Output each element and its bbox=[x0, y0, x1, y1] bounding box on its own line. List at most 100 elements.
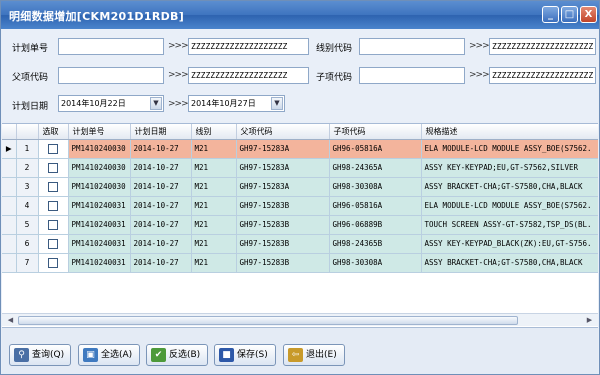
column-header-plan-date[interactable]: 计划日期 bbox=[130, 124, 192, 140]
plan-no-from-input[interactable] bbox=[58, 38, 164, 55]
column-header-child-code[interactable]: 子项代码 bbox=[329, 124, 422, 140]
range-arrow: >>> bbox=[168, 99, 189, 109]
child-code-from-input[interactable] bbox=[359, 67, 465, 84]
plan-date-label: 计划日期 bbox=[12, 102, 49, 112]
row-number: 6 bbox=[16, 234, 39, 254]
cell-spec: ASSY KEY-KEYPAD_BLACK(ZK):EU,GT-S756. bbox=[421, 234, 598, 254]
select-checkbox[interactable] bbox=[38, 234, 69, 254]
checkbox[interactable] bbox=[48, 162, 58, 173]
search-icon: ⚲ bbox=[14, 348, 29, 362]
checkbox[interactable] bbox=[48, 238, 58, 249]
chevron-down-icon[interactable]: ▼ bbox=[271, 97, 283, 110]
chevron-down-icon[interactable]: ▼ bbox=[150, 97, 162, 110]
detail-grid: 选取 计划单号 计划日期 线别 父项代码 子项代码 规格描述 ▶ 1 PM14102… bbox=[2, 123, 598, 327]
checkbox[interactable] bbox=[48, 143, 58, 154]
floppy-disk-icon: ■ bbox=[219, 348, 234, 362]
cell-child-code: GH96-05816A bbox=[329, 196, 422, 216]
plan-no-to-input[interactable]: ZZZZZZZZZZZZZZZZZZZZ bbox=[188, 38, 309, 55]
column-header-plan-no[interactable]: 计划单号 bbox=[68, 124, 131, 140]
cell-plan-date: 2014-10-27 bbox=[130, 234, 192, 254]
title-bar[interactable]: 明细数据增加[CKM201D1RDB] _ □ X bbox=[1, 1, 599, 29]
cell-plan-no: PM1410240030 bbox=[68, 158, 131, 178]
minimize-button[interactable]: _ bbox=[542, 6, 559, 23]
column-header-line[interactable]: 线别 bbox=[191, 124, 237, 140]
query-button-label: 查询(Q) bbox=[32, 350, 65, 360]
parent-code-from-input[interactable] bbox=[58, 67, 164, 84]
cell-line: M21 bbox=[191, 215, 237, 235]
table-row[interactable]: 2 PM1410240030 2014-10-27 M21 GH97-15283A GH9… bbox=[2, 158, 598, 178]
close-button[interactable]: X bbox=[580, 6, 597, 23]
row-number: 7 bbox=[16, 253, 39, 273]
select-checkbox[interactable] bbox=[38, 177, 69, 197]
column-header-parent-code[interactable]: 父项代码 bbox=[236, 124, 330, 140]
cell-parent-code: GH97-15283B bbox=[236, 196, 330, 216]
parent-code-to-input[interactable]: ZZZZZZZZZZZZZZZZZZZZ bbox=[188, 67, 309, 84]
cell-child-code: GH96-06889B bbox=[329, 215, 422, 235]
table-row[interactable]: 7 PM1410240031 2014-10-27 M21 GH97-15283B GH9… bbox=[2, 253, 598, 273]
select-checkbox[interactable] bbox=[38, 158, 69, 178]
scroll-left-icon[interactable]: ◀ bbox=[4, 315, 17, 326]
checkbox[interactable] bbox=[48, 219, 58, 230]
cell-plan-date: 2014-10-27 bbox=[130, 158, 192, 178]
save-button[interactable]: ■ 保存(S) bbox=[214, 344, 276, 366]
plan-date-from-value: 2014年10月22日 bbox=[61, 99, 126, 108]
scroll-right-icon[interactable]: ▶ bbox=[583, 315, 596, 326]
cell-parent-code: GH97-15283A bbox=[236, 177, 330, 197]
line-code-from-input[interactable] bbox=[359, 38, 465, 55]
cell-parent-code: GH97-15283B bbox=[236, 253, 330, 273]
cell-child-code: GH98-24365A bbox=[329, 158, 422, 178]
invert-selection-button[interactable]: ✔ 反选(B) bbox=[146, 344, 208, 366]
line-code-to-input[interactable]: ZZZZZZZZZZZZZZZZZZZZZ bbox=[489, 38, 596, 55]
cell-spec: ASSY KEY-KEYPAD;EU,GT-S7562,SILVER bbox=[421, 158, 598, 178]
exit-button[interactable]: ⇦ 退出(E) bbox=[283, 344, 345, 366]
scrollbar-thumb[interactable] bbox=[18, 316, 518, 325]
range-arrow: >>> bbox=[469, 70, 490, 80]
dialog-window: 明细数据增加[CKM201D1RDB] _ □ X 计划单号 >>> ZZZZZ… bbox=[0, 0, 600, 375]
select-all-button[interactable]: ▣ 全选(A) bbox=[78, 344, 140, 366]
select-checkbox[interactable] bbox=[38, 253, 69, 273]
checkbox[interactable] bbox=[48, 200, 58, 211]
plan-date-to-picker[interactable]: 2014年10月27日 ▼ bbox=[188, 95, 285, 112]
button-bar: ⚲ 查询(Q) ▣ 全选(A) ✔ 反选(B) ■ 保存(S) ⇦ 退出(E) bbox=[2, 327, 598, 374]
cell-spec: ELA MODULE-LCD MODULE ASSY_BOE(S7562. bbox=[421, 196, 598, 216]
checkbox[interactable] bbox=[48, 181, 58, 192]
row-indicator bbox=[2, 253, 17, 273]
range-arrow: >>> bbox=[469, 41, 490, 51]
select-checkbox[interactable] bbox=[38, 215, 69, 235]
horizontal-scrollbar[interactable]: ◀ ▶ bbox=[2, 313, 598, 326]
cell-plan-no: PM1410240030 bbox=[68, 177, 131, 197]
table-row[interactable]: 3 PM1410240030 2014-10-27 M21 GH97-15283A GH9… bbox=[2, 177, 598, 197]
column-header-select[interactable]: 选取 bbox=[38, 124, 69, 140]
cell-line: M21 bbox=[191, 234, 237, 254]
table-row[interactable]: ▶ 1 PM1410240030 2014-10-27 M21 GH97-15283A GH… bbox=[2, 139, 598, 159]
column-header bbox=[16, 124, 39, 140]
exit-door-icon: ⇦ bbox=[288, 348, 303, 362]
plan-date-from-picker[interactable]: 2014年10月22日 ▼ bbox=[58, 95, 164, 112]
save-button-label: 保存(S) bbox=[237, 350, 268, 360]
row-indicator bbox=[2, 158, 17, 178]
table-row[interactable]: 6 PM1410240031 2014-10-27 M21 GH97-15283B GH9… bbox=[2, 234, 598, 254]
select-checkbox[interactable] bbox=[38, 139, 69, 159]
checkbox[interactable] bbox=[48, 257, 58, 268]
exit-button-label: 退出(E) bbox=[306, 350, 337, 360]
cell-plan-no: PM1410240031 bbox=[68, 215, 131, 235]
row-number: 4 bbox=[16, 196, 39, 216]
table-row[interactable]: 4 PM1410240031 2014-10-27 M21 GH97-15283B GH9… bbox=[2, 196, 598, 216]
row-number: 1 bbox=[16, 139, 39, 159]
row-indicator bbox=[2, 196, 17, 216]
cell-plan-date: 2014-10-27 bbox=[130, 139, 192, 159]
select-checkbox[interactable] bbox=[38, 196, 69, 216]
window-title: 明细数据增加[CKM201D1RDB] bbox=[9, 10, 185, 23]
cell-plan-date: 2014-10-27 bbox=[130, 215, 192, 235]
range-arrow: >>> bbox=[168, 70, 189, 80]
cell-spec: ASSY BRACKET-CHA;GT-S7580,CHA,BLACK bbox=[421, 253, 598, 273]
column-header-spec[interactable]: 规格描述 bbox=[421, 124, 598, 140]
plan-date-to-value: 2014年10月27日 bbox=[191, 99, 256, 108]
grid-header: 选取 计划单号 计划日期 线别 父项代码 子项代码 规格描述 bbox=[2, 124, 598, 140]
query-button[interactable]: ⚲ 查询(Q) bbox=[9, 344, 71, 366]
maximize-button[interactable]: □ bbox=[561, 6, 578, 23]
row-indicator bbox=[2, 234, 17, 254]
cell-parent-code: GH97-15283A bbox=[236, 139, 330, 159]
table-row[interactable]: 5 PM1410240031 2014-10-27 M21 GH97-15283B GH9… bbox=[2, 215, 598, 235]
child-code-to-input[interactable]: ZZZZZZZZZZZZZZZZZZZZZ bbox=[489, 67, 596, 84]
